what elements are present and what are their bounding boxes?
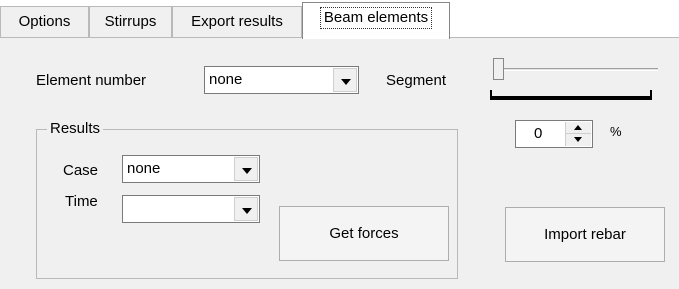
- case-combo[interactable]: none: [122, 155, 260, 183]
- get-forces-button[interactable]: Get forces: [279, 206, 449, 261]
- tab-beam-elements-label: Beam elements: [319, 7, 433, 29]
- spinner-buttons: [565, 122, 591, 146]
- slider-tick-bar: [490, 90, 652, 100]
- tab-options-label: Options: [18, 13, 71, 30]
- slider-track: [494, 68, 658, 71]
- spinner-up-icon[interactable]: [566, 122, 591, 134]
- segment-percent-spinner[interactable]: 0: [515, 120, 593, 148]
- element-number-combo[interactable]: none: [204, 66, 359, 94]
- tab-beam-elements[interactable]: Beam elements: [302, 2, 450, 39]
- segment-label: Segment: [386, 72, 447, 89]
- tab-stirrups[interactable]: Stirrups: [89, 6, 172, 38]
- results-title: Results: [47, 120, 104, 137]
- case-label: Case: [63, 162, 99, 179]
- spinner-down-icon[interactable]: [566, 134, 591, 146]
- time-label: Time: [65, 193, 98, 210]
- case-value: none: [127, 160, 161, 177]
- percent-unit-label: %: [610, 124, 622, 139]
- chevron-down-icon[interactable]: [234, 197, 258, 221]
- tab-stirrups-label: Stirrups: [104, 13, 157, 30]
- slider-thumb[interactable]: [493, 58, 504, 80]
- tab-export-results[interactable]: Export results: [172, 6, 302, 38]
- chevron-down-icon[interactable]: [333, 68, 357, 92]
- segment-slider[interactable]: [486, 58, 658, 82]
- tab-strip: Options Stirrups Export results Beam ele…: [0, 0, 679, 39]
- tab-options[interactable]: Options: [0, 6, 89, 38]
- beam-elements-panel: Element number none Segment 0 % Results …: [0, 37, 679, 289]
- element-number-label: Element number: [36, 72, 147, 89]
- segment-percent-value: 0: [534, 125, 543, 142]
- chevron-down-icon[interactable]: [234, 157, 258, 181]
- time-combo[interactable]: [122, 195, 260, 223]
- tab-export-results-label: Export results: [191, 13, 283, 30]
- import-rebar-button[interactable]: Import rebar: [505, 207, 665, 262]
- element-number-value: none: [209, 71, 243, 88]
